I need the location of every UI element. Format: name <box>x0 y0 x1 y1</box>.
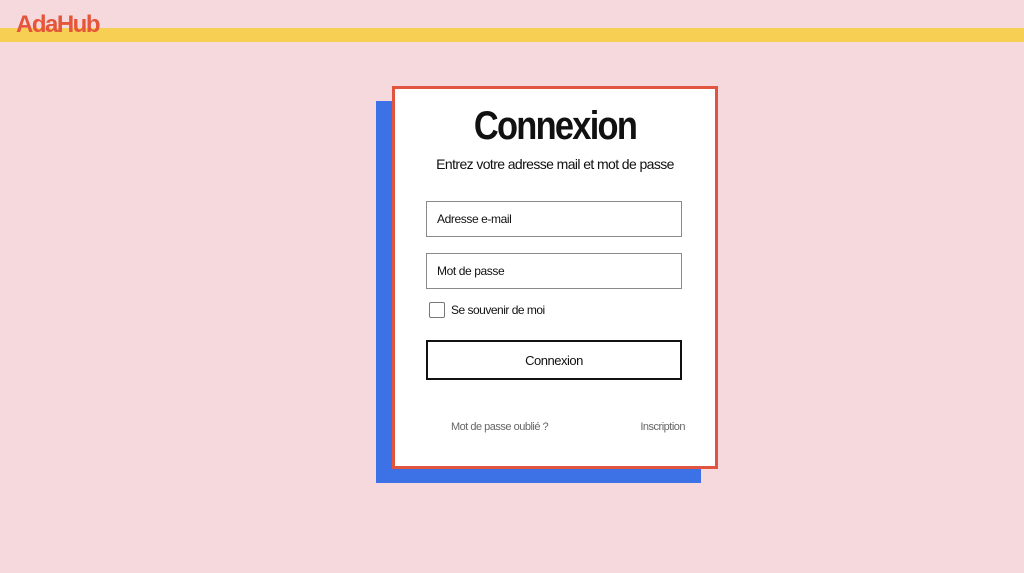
login-card: Connexion Entrez votre adresse mail et m… <box>392 86 718 469</box>
forgot-password-link[interactable]: Mot de passe oublié ? <box>451 420 549 434</box>
email-field[interactable] <box>426 201 682 237</box>
remember-me[interactable]: Se souvenir de moi <box>429 301 545 318</box>
page-title: Connexion <box>473 104 638 148</box>
signup-link[interactable]: Inscription <box>640 420 685 434</box>
remember-me-checkbox[interactable] <box>429 301 445 318</box>
remember-me-label[interactable]: Se souvenir de moi <box>451 302 545 318</box>
top-stripe <box>0 28 1024 42</box>
brand-logo[interactable]: AdaHub <box>16 9 101 41</box>
login-subtitle: Entrez votre adresse mail et mot de pass… <box>436 156 674 172</box>
password-field[interactable] <box>426 253 682 289</box>
login-button[interactable]: Connexion <box>426 340 682 380</box>
